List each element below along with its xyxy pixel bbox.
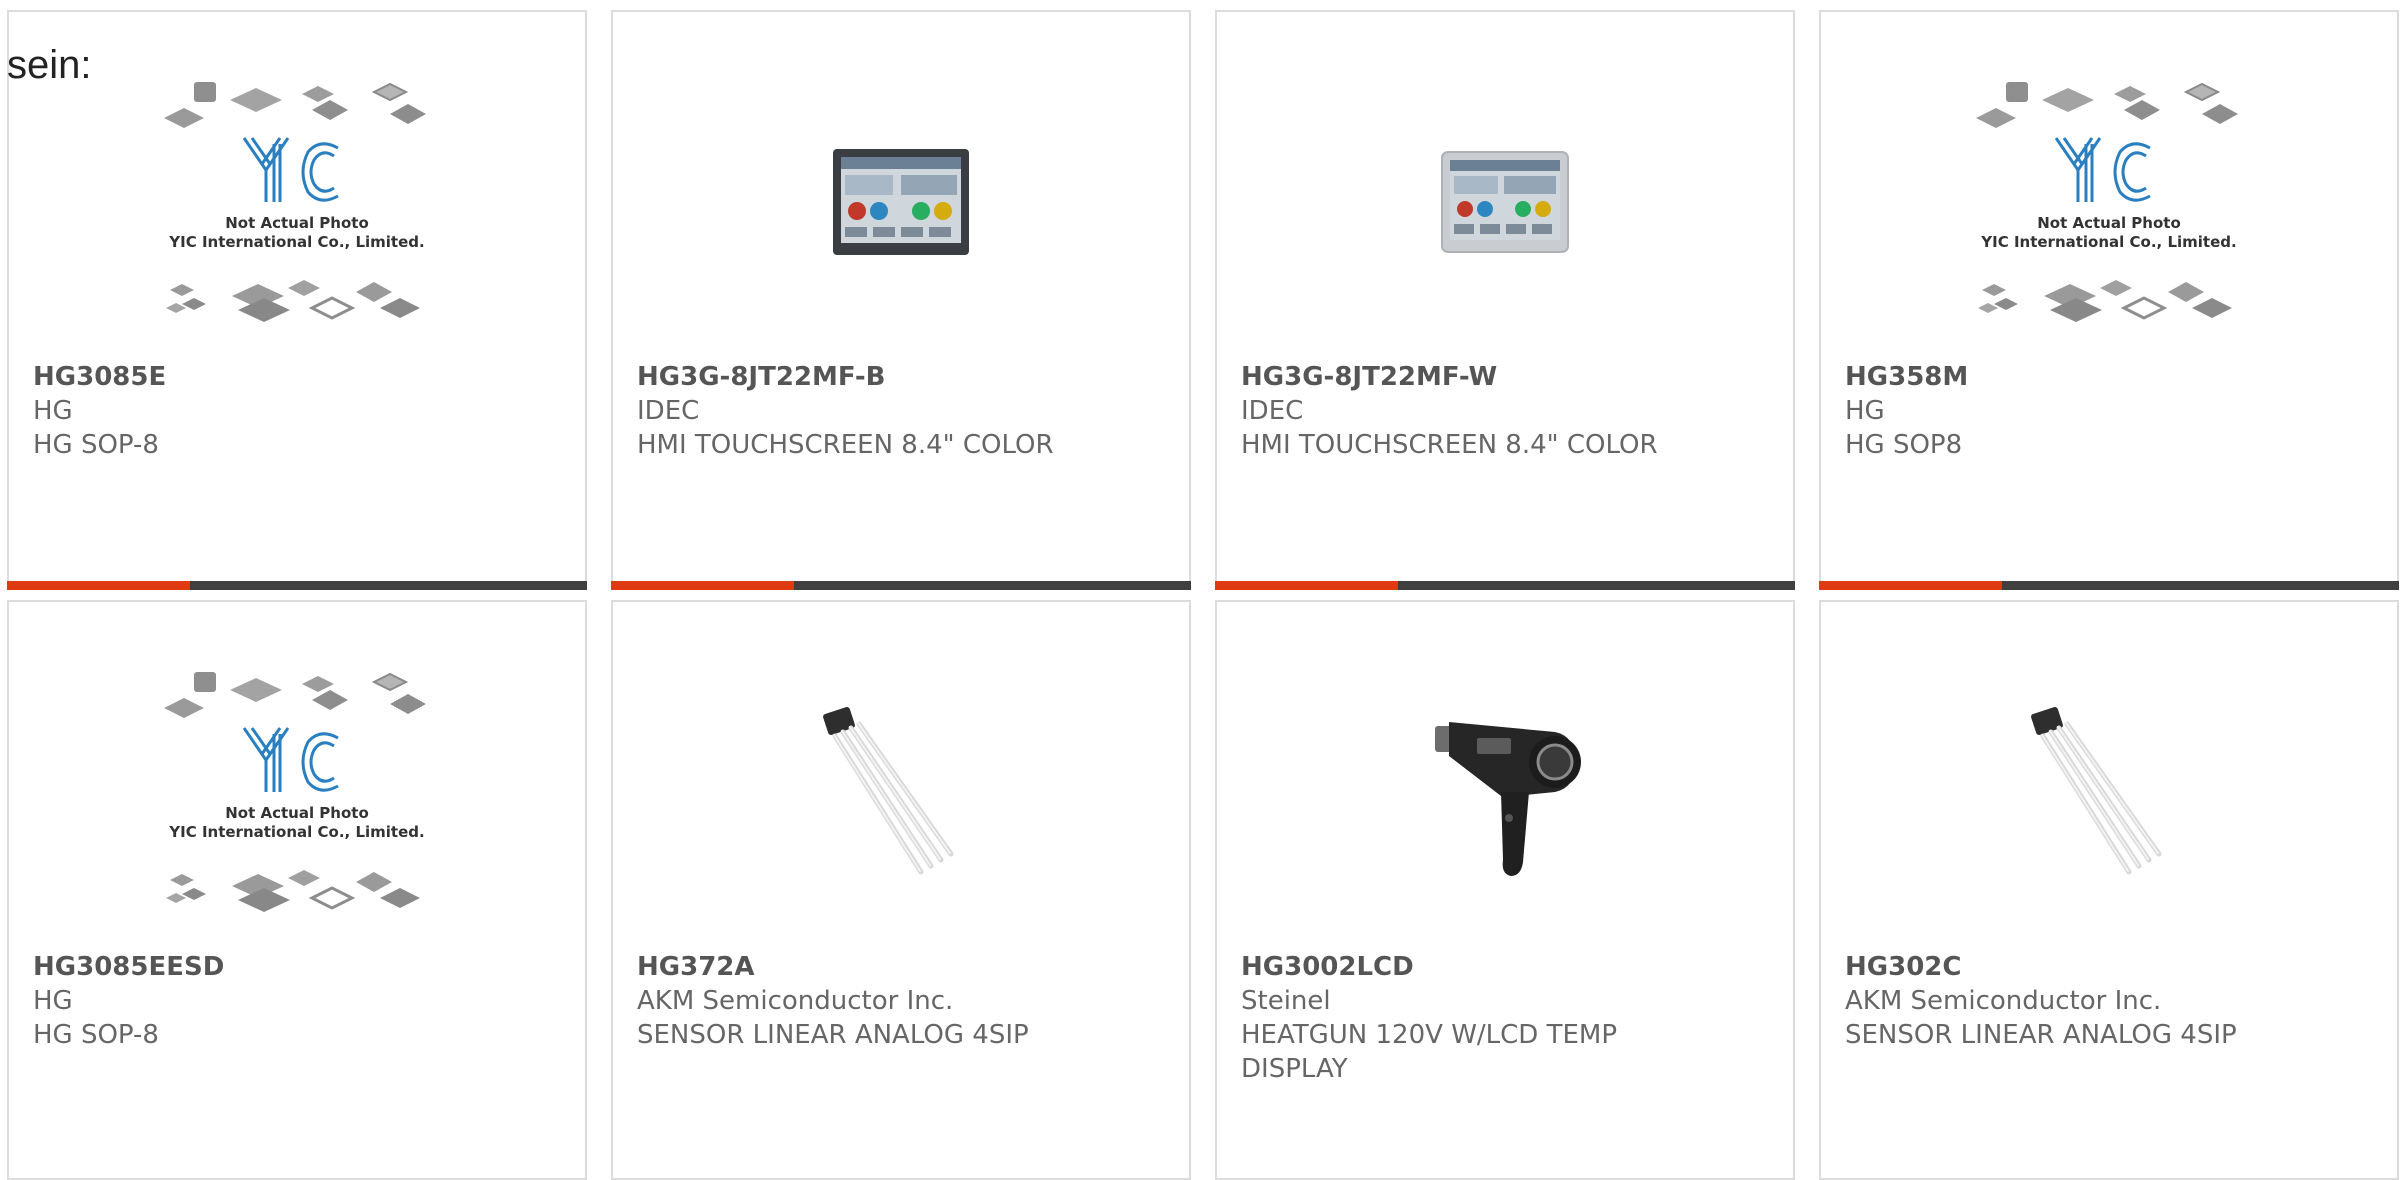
product-card[interactable]: HG3G-8JT22MF-W IDEC HMI TOUCHSCREEN 8.4"… (1215, 10, 1795, 590)
description: SENSOR LINEAR ANALOG 4SIP (1845, 1020, 2237, 1050)
hall-sensor-icon (801, 692, 1001, 892)
part-number[interactable]: HG3085E (33, 360, 569, 394)
description: HG SOP8 (1845, 430, 1963, 460)
touchscreen-silver-icon (1441, 151, 1569, 253)
manufacturer: AKM Semiconductor Inc. (637, 986, 954, 1016)
product-image (1217, 642, 1793, 942)
product-info: HG3G-8JT22MF-B IDEC HMI TOUCHSCREEN 8.4"… (637, 360, 1173, 462)
product-card[interactable]: Not Actual Photo YIC International Co., … (1819, 10, 2399, 590)
part-number[interactable]: HG302C (1845, 950, 2381, 984)
manufacturer: AKM Semiconductor Inc. (1845, 986, 2162, 1016)
placeholder-caption-line1: Not Actual Photo (225, 214, 369, 232)
product-info: HG3085EESD HG HG SOP-8 (33, 950, 569, 1052)
product-image (1821, 642, 2397, 942)
part-number[interactable]: HG358M (1845, 360, 2381, 394)
part-number[interactable]: HG3085EESD (33, 950, 569, 984)
card-accent (1819, 581, 2002, 590)
product-info: HG372A AKM Semiconductor Inc. SENSOR LIN… (637, 950, 1173, 1052)
card-accent (611, 581, 794, 590)
product-grid: Not Actual Photo YIC International Co., … (7, 10, 2399, 1180)
description: SENSOR LINEAR ANALOG 4SIP (637, 1020, 1029, 1050)
placeholder-caption-line2: YIC International Co., Limited. (1980, 233, 2236, 251)
product-card[interactable]: HG3002LCD Steinel HEATGUN 120V W/LCD TEM… (1215, 600, 1795, 1180)
manufacturer: HG (1845, 396, 1885, 426)
part-number[interactable]: HG3G-8JT22MF-W (1241, 360, 1777, 394)
description: HG SOP-8 (33, 1020, 159, 1050)
product-image (613, 642, 1189, 942)
manufacturer: IDEC (1241, 396, 1304, 426)
manufacturer: Steinel (1241, 986, 1331, 1016)
card-accent (1215, 581, 1398, 590)
description: HMI TOUCHSCREEN 8.4" COLOR (637, 430, 1054, 460)
product-info: HG358M HG HG SOP8 (1845, 360, 2381, 462)
page-heading: sein: (7, 43, 92, 87)
yic-placeholder-icon: Not Actual Photo YIC International Co., … (1974, 82, 2240, 322)
description: HEATGUN 120V W/LCD TEMP DISPLAY (1241, 1020, 1618, 1084)
product-card[interactable]: Not Actual Photo YIC International Co., … (7, 10, 587, 590)
heat-gun-icon (1435, 722, 1581, 876)
product-image (613, 52, 1189, 352)
product-card[interactable]: HG302C AKM Semiconductor Inc. SENSOR LIN… (1819, 600, 2399, 1180)
part-number[interactable]: HG3G-8JT22MF-B (637, 360, 1173, 394)
product-card[interactable]: Not Actual Photo YIC International Co., … (7, 600, 587, 1180)
product-info: HG302C AKM Semiconductor Inc. SENSOR LIN… (1845, 950, 2381, 1052)
product-image (1217, 52, 1793, 352)
placeholder-caption-line1: Not Actual Photo (225, 804, 369, 822)
part-number[interactable]: HG3002LCD (1241, 950, 1777, 984)
product-card[interactable]: HG372A AKM Semiconductor Inc. SENSOR LIN… (611, 600, 1191, 1180)
product-card[interactable]: HG3G-8JT22MF-B IDEC HMI TOUCHSCREEN 8.4"… (611, 10, 1191, 590)
card-bottom-bar (1215, 581, 1795, 590)
card-bottom-bar (611, 581, 1191, 590)
placeholder-caption-line2: YIC International Co., Limited. (168, 823, 424, 841)
yic-placeholder-icon: Not Actual Photo YIC International Co., … (162, 82, 428, 322)
product-info: HG3G-8JT22MF-W IDEC HMI TOUCHSCREEN 8.4"… (1241, 360, 1777, 462)
manufacturer: HG (33, 986, 73, 1016)
card-accent (7, 581, 190, 590)
description: HG SOP-8 (33, 430, 159, 460)
product-info: HG3085E HG HG SOP-8 (33, 360, 569, 462)
manufacturer: HG (33, 396, 73, 426)
product-image: Not Actual Photo YIC International Co., … (9, 52, 585, 352)
product-image: Not Actual Photo YIC International Co., … (1821, 52, 2397, 352)
description: HMI TOUCHSCREEN 8.4" COLOR (1241, 430, 1658, 460)
part-number[interactable]: HG372A (637, 950, 1173, 984)
hall-sensor-icon (2009, 692, 2209, 892)
product-image: Not Actual Photo YIC International Co., … (9, 642, 585, 942)
manufacturer: IDEC (637, 396, 700, 426)
yic-placeholder-icon: Not Actual Photo YIC International Co., … (162, 672, 428, 912)
touchscreen-black-icon (833, 149, 969, 255)
card-bottom-bar (1819, 581, 2399, 590)
product-info: HG3002LCD Steinel HEATGUN 120V W/LCD TEM… (1241, 950, 1777, 1086)
card-bottom-bar (7, 581, 587, 590)
placeholder-caption-line2: YIC International Co., Limited. (168, 233, 424, 251)
placeholder-caption-line1: Not Actual Photo (2037, 214, 2181, 232)
